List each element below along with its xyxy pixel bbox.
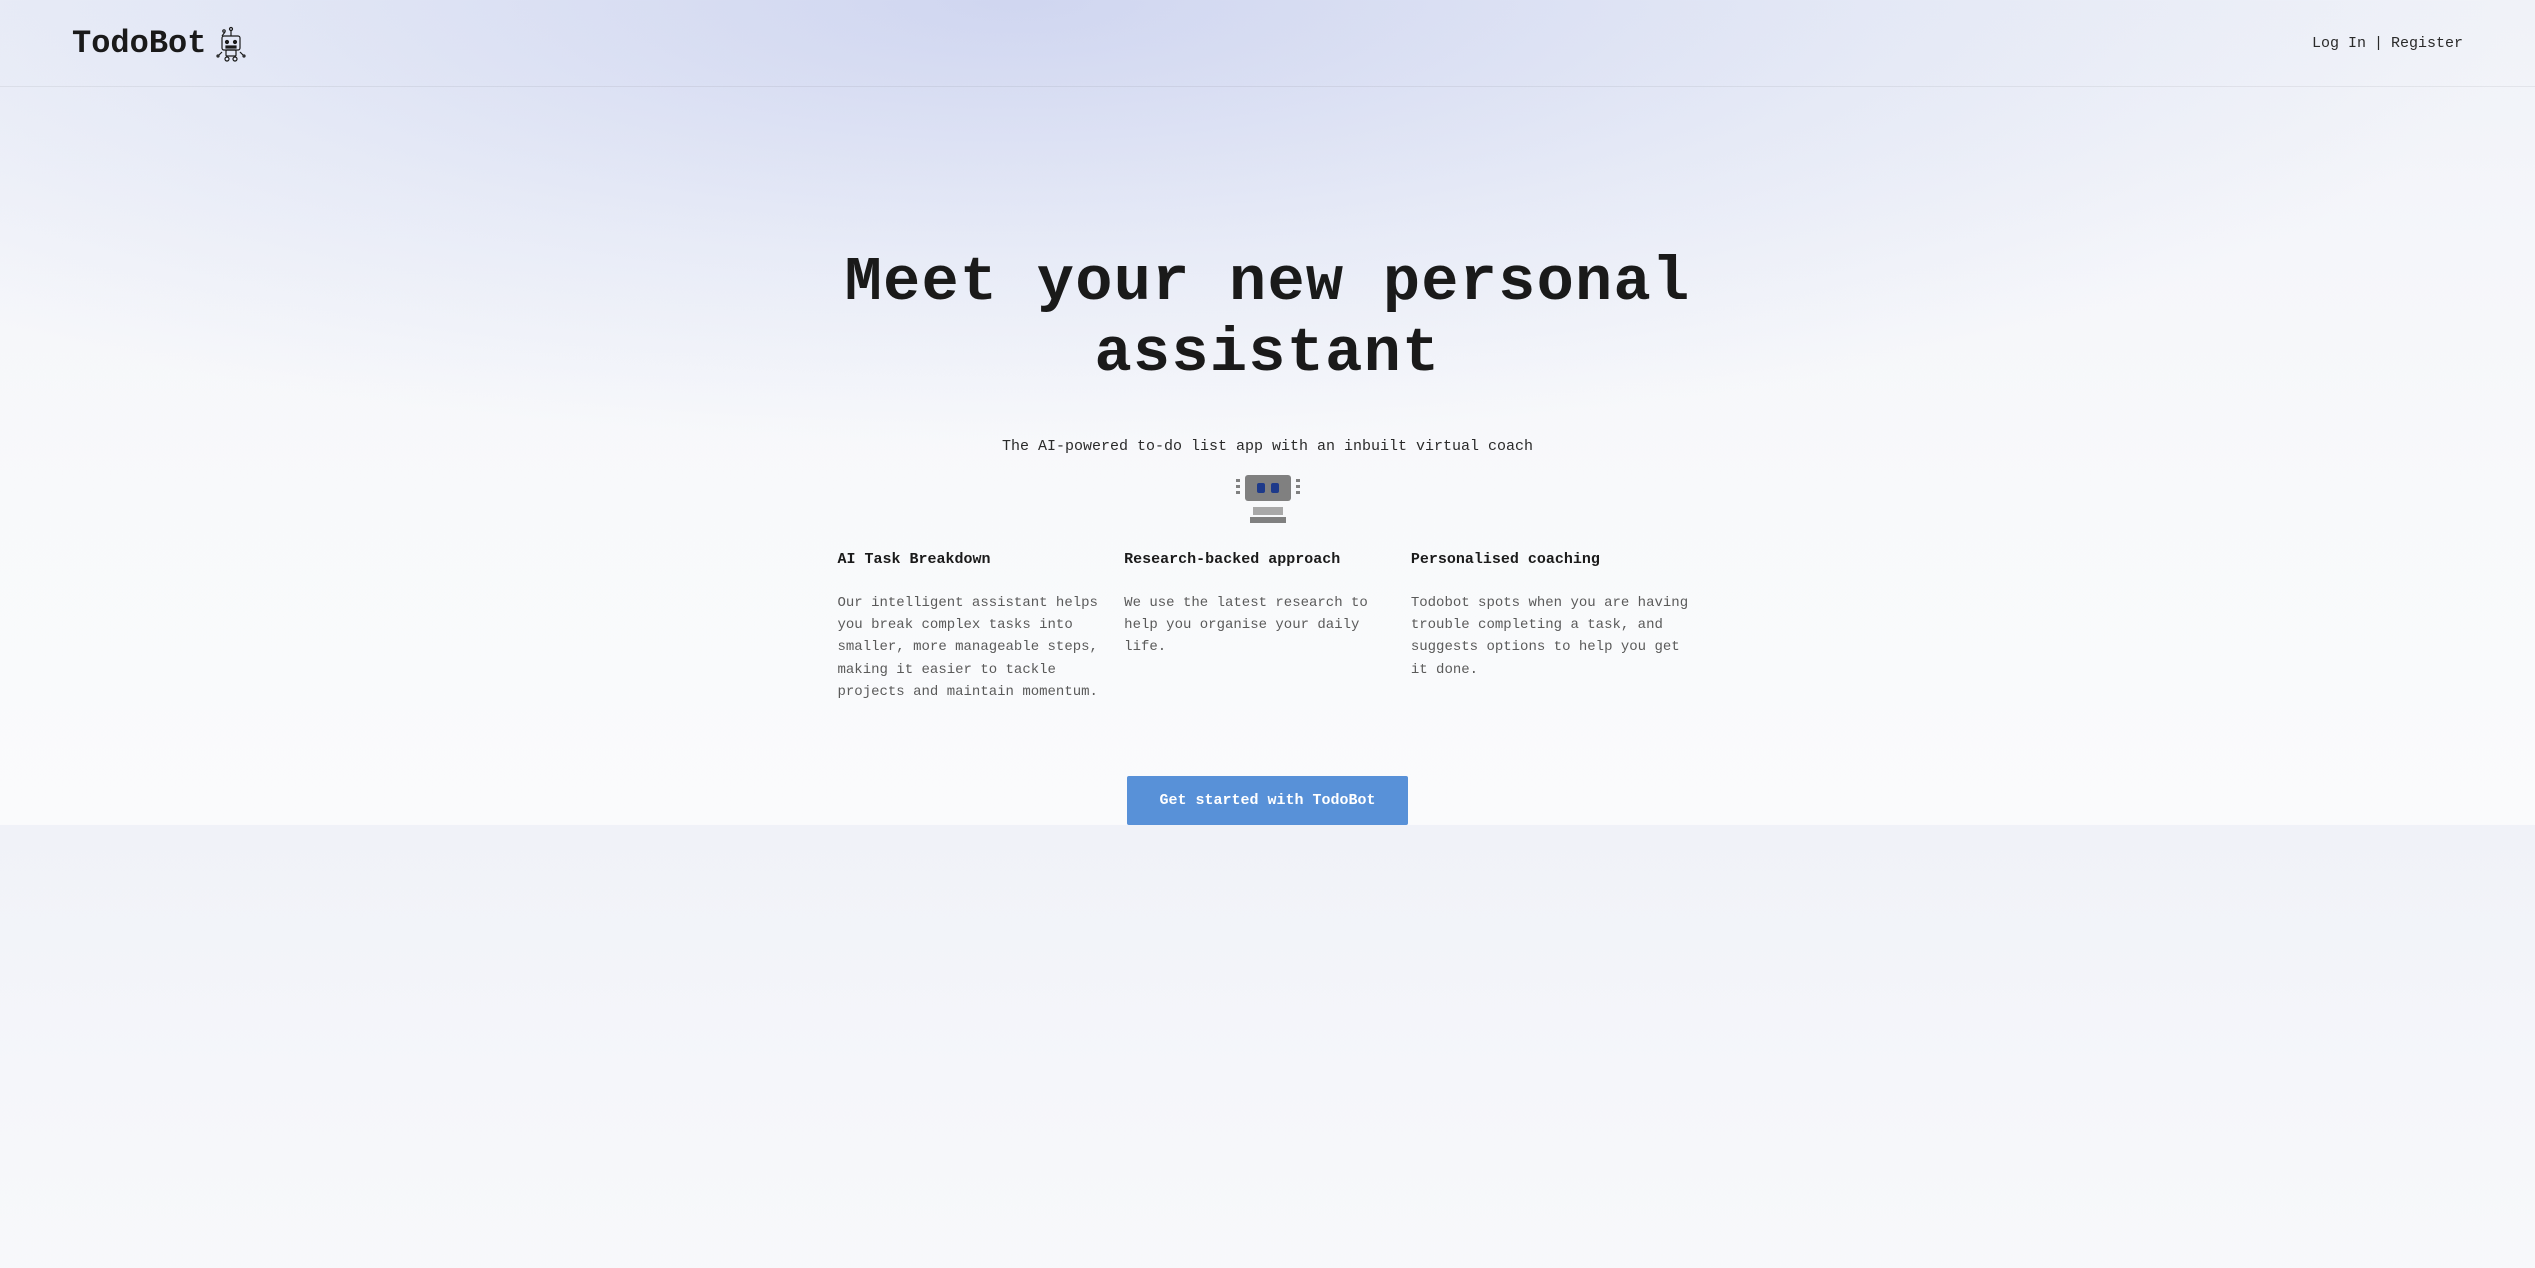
feature-research: Research-backed approach We use the late…: [1124, 551, 1411, 704]
register-link[interactable]: Register: [2391, 35, 2463, 52]
get-started-button[interactable]: Get started with TodoBot: [1127, 776, 1407, 825]
feature-title: Personalised coaching: [1411, 551, 1690, 568]
logo-text: TodoBot: [72, 25, 206, 62]
nav-links: Log In | Register: [2312, 35, 2463, 52]
cta-section: Get started with TodoBot: [0, 776, 2535, 825]
features-section: AI Task Breakdown Our intelligent assist…: [818, 551, 1718, 704]
login-link[interactable]: Log In: [2312, 35, 2366, 52]
logo[interactable]: TodoBot: [72, 24, 250, 62]
nav-separator: |: [2374, 35, 2383, 52]
feature-description: Todobot spots when you are having troubl…: [1411, 592, 1690, 682]
feature-title: AI Task Breakdown: [838, 551, 1117, 568]
feature-description: Our intelligent assistant helps you brea…: [838, 592, 1117, 704]
hero-title: Meet your new personal assistant: [818, 247, 1718, 390]
feature-ai-breakdown: AI Task Breakdown Our intelligent assist…: [838, 551, 1125, 704]
hero-section: Meet your new personal assistant The AI-…: [0, 87, 2535, 527]
hero-subtitle: The AI-powered to-do list app with an in…: [0, 438, 2535, 455]
feature-coaching: Personalised coaching Todobot spots when…: [1411, 551, 1698, 704]
header: TodoBot Log In | Regist: [0, 0, 2535, 87]
feature-description: We use the latest research to help you o…: [1124, 592, 1403, 659]
robot-icon: [212, 24, 250, 62]
feature-title: Research-backed approach: [1124, 551, 1403, 568]
robot-illustration: [1238, 471, 1298, 527]
